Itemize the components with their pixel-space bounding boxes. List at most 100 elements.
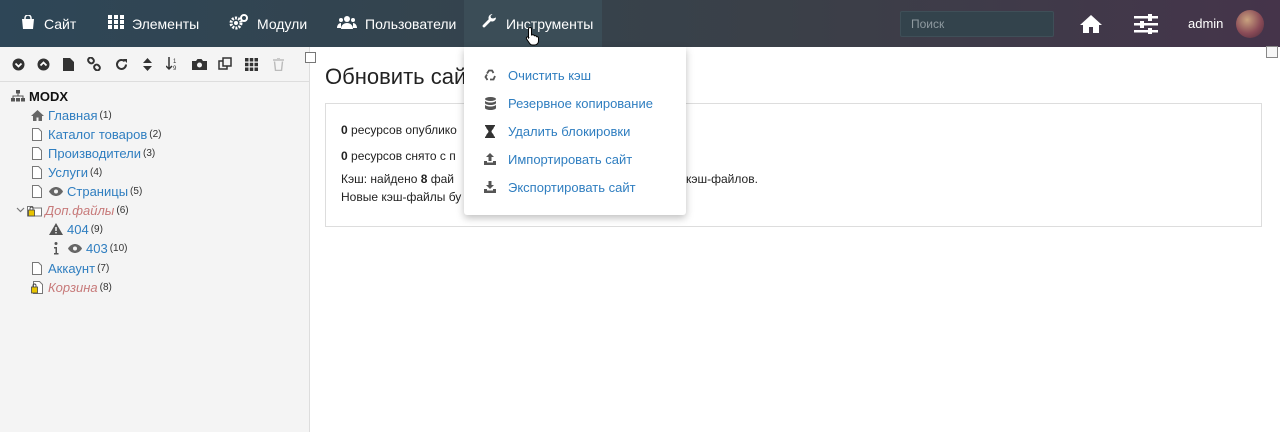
tree-node[interactable]: 403 (10) bbox=[48, 239, 128, 257]
camera-icon[interactable] bbox=[191, 56, 207, 72]
tree-node[interactable]: Корзина (8) bbox=[29, 278, 112, 296]
tree-node-count: (8) bbox=[99, 281, 112, 293]
page-title: Обновить сай bbox=[325, 64, 467, 89]
eye-icon bbox=[48, 186, 64, 196]
document-icon bbox=[29, 261, 45, 275]
avatar[interactable] bbox=[1236, 10, 1264, 38]
tree-node-label: 404 bbox=[67, 221, 89, 237]
sort-numeric-icon[interactable]: 19 bbox=[165, 56, 181, 72]
sort-icon[interactable] bbox=[139, 56, 155, 72]
menu-item-label: Резервное копирование bbox=[508, 95, 653, 111]
expand-all-icon[interactable] bbox=[10, 56, 26, 72]
tree-node-count: (2) bbox=[149, 128, 162, 140]
tree-node-count: (6) bbox=[116, 204, 129, 216]
svg-text:1: 1 bbox=[173, 59, 177, 65]
tree-node-count: (1) bbox=[99, 109, 112, 121]
eye-icon bbox=[67, 243, 83, 253]
tools-dropdown-menu: Очистить кэш Резервное копирование Удали… bbox=[464, 47, 686, 215]
tree-node[interactable]: Страницы (5) bbox=[29, 182, 142, 200]
settings-sliders-icon[interactable] bbox=[1134, 0, 1158, 47]
cogs-icon bbox=[229, 14, 249, 33]
tree-node-count: (10) bbox=[109, 242, 128, 254]
unpublished-line: 0 ресурсов снято с п bbox=[341, 149, 456, 163]
nav-elements[interactable]: Элементы bbox=[108, 0, 199, 47]
tree-node[interactable]: 404 (9) bbox=[48, 220, 103, 238]
tree-node-label: Страницы bbox=[67, 183, 129, 199]
search-input[interactable] bbox=[900, 11, 1054, 37]
nav-users[interactable]: Пользователи bbox=[337, 0, 456, 47]
resource-tree-sidebar: 19 MODX Главная (1) Каталог товаров (2) … bbox=[0, 47, 310, 432]
menu-item-remove-locks[interactable]: Удалить блокировки bbox=[464, 119, 686, 143]
sidebar-collapse-button[interactable] bbox=[305, 52, 316, 63]
published-text: ресурсов опублико bbox=[347, 123, 457, 137]
menu-item-export-site[interactable]: Экспортировать сайт bbox=[464, 175, 686, 199]
link-icon[interactable] bbox=[86, 56, 102, 72]
svg-text:9: 9 bbox=[173, 66, 177, 71]
cache-prefix: Кэш: найдено bbox=[341, 172, 421, 186]
new-document-icon[interactable] bbox=[60, 56, 76, 72]
users-icon bbox=[337, 15, 357, 33]
home-icon[interactable] bbox=[1079, 0, 1103, 47]
tree-node[interactable]: Аккаунт (7) bbox=[29, 259, 109, 277]
menu-item-label: Импортировать сайт bbox=[508, 151, 633, 167]
refresh-icon[interactable] bbox=[113, 56, 129, 72]
nav-elements-label: Элементы bbox=[132, 15, 200, 32]
download-icon bbox=[483, 181, 497, 193]
locked-folder-icon bbox=[26, 204, 42, 217]
hand-cursor-icon bbox=[525, 26, 541, 49]
duplicate-icon[interactable] bbox=[217, 56, 233, 72]
grid-view-icon[interactable] bbox=[243, 56, 259, 72]
menu-item-label: Экспортировать сайт bbox=[508, 179, 636, 195]
trash-icon[interactable] bbox=[270, 56, 286, 72]
document-icon bbox=[29, 146, 45, 160]
recycle-icon bbox=[483, 69, 497, 82]
cache-line: Кэш: найдено 8 фай bbox=[341, 172, 454, 186]
tree-root-label: MODX bbox=[29, 88, 68, 104]
top-navbar: Сайт Элементы Модули Пользователи Инстру… bbox=[0, 0, 1280, 47]
unpublished-count: 0 bbox=[341, 149, 348, 163]
tree-node-label: 403 bbox=[86, 240, 108, 256]
home-icon bbox=[29, 109, 45, 121]
nav-modules[interactable]: Модули bbox=[229, 0, 307, 47]
panel-toggle-button[interactable] bbox=[1266, 46, 1278, 58]
tree-node-label: Корзина bbox=[48, 279, 98, 295]
tree-node[interactable]: Доп.файлы (6) bbox=[16, 201, 129, 219]
tree-node[interactable]: Услуги (4) bbox=[29, 163, 102, 181]
tree-node-count: (9) bbox=[90, 223, 103, 235]
new-cache-line: Новые кэш-файлы бу bbox=[341, 190, 462, 204]
tree-node[interactable]: Производители (3) bbox=[29, 144, 155, 162]
upload-icon bbox=[483, 153, 497, 165]
database-icon bbox=[483, 96, 497, 110]
nav-site[interactable]: Сайт bbox=[20, 0, 76, 47]
tree-node-count: (5) bbox=[130, 185, 143, 197]
warning-icon bbox=[48, 223, 64, 235]
menu-item-backup[interactable]: Резервное копирование bbox=[464, 91, 686, 115]
info-icon bbox=[48, 241, 64, 255]
hourglass-icon bbox=[483, 124, 497, 138]
bag-icon bbox=[20, 13, 36, 33]
tree-toolbar: 19 bbox=[0, 47, 309, 82]
tree-node[interactable]: Каталог товаров (2) bbox=[29, 125, 162, 143]
menu-item-label: Удалить блокировки bbox=[508, 123, 631, 139]
tree-node[interactable]: Главная (1) bbox=[29, 106, 112, 124]
cache-line-tail: кэш-файлов. bbox=[686, 172, 758, 186]
nav-users-label: Пользователи bbox=[365, 15, 457, 32]
tree-root[interactable]: MODX bbox=[10, 87, 68, 105]
menu-item-clear-cache[interactable]: Очистить кэш bbox=[464, 63, 686, 87]
tree-node-label: Аккаунт bbox=[48, 260, 96, 276]
collapse-all-icon[interactable] bbox=[35, 56, 51, 72]
nav-tools-label: Инструменты bbox=[506, 15, 594, 32]
menu-item-import-site[interactable]: Импортировать сайт bbox=[464, 147, 686, 171]
grid-icon bbox=[108, 15, 124, 32]
tree-node-count: (4) bbox=[89, 166, 103, 178]
chevron-down-icon[interactable] bbox=[16, 207, 26, 213]
locked-document-icon bbox=[29, 280, 45, 294]
cache-text: фай bbox=[427, 172, 455, 186]
document-icon bbox=[29, 127, 45, 141]
tree-node-count: (7) bbox=[97, 262, 110, 274]
wrench-icon bbox=[482, 13, 498, 33]
nav-site-label: Сайт bbox=[44, 15, 77, 32]
tree-node-label: Каталог товаров bbox=[48, 126, 148, 142]
sitemap-icon bbox=[10, 90, 26, 102]
username[interactable]: admin bbox=[1188, 0, 1223, 47]
